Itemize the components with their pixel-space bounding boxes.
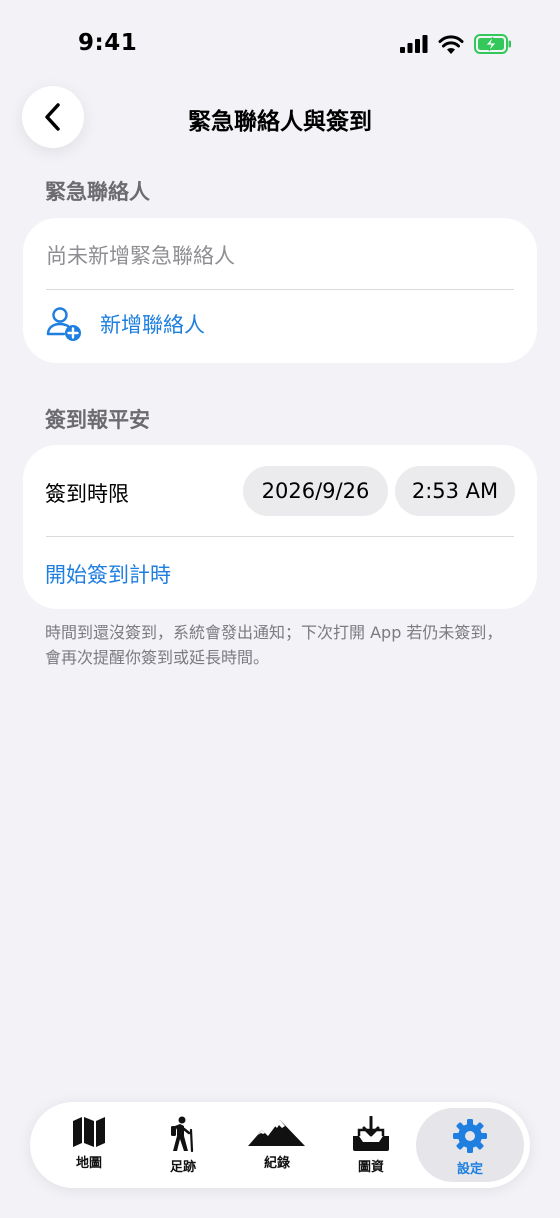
tab-label: 圖資	[357, 1160, 384, 1175]
status-bar: 9:41	[0, 0, 560, 90]
hiker-icon	[171, 1116, 194, 1152]
add-person-icon	[46, 307, 81, 341]
status-icons	[400, 34, 512, 54]
tab-label: 足跡	[169, 1160, 196, 1175]
tab-label: 紀錄	[263, 1156, 290, 1171]
mountains-icon	[248, 1120, 305, 1146]
gear-icon	[453, 1119, 487, 1153]
add-contact-button[interactable]: 新增聯絡人	[46, 306, 205, 342]
tab-footprints[interactable]: 足跡	[136, 1102, 230, 1188]
tab-map-data[interactable]: 圖資	[324, 1102, 418, 1188]
map-icon	[73, 1117, 105, 1147]
start-checkin-timer-button[interactable]: 開始簽到計時	[45, 559, 171, 589]
checkin-header: 簽到報平安	[45, 408, 150, 432]
checkin-footnote: 時間到還沒簽到，系統會發出通知；下次打開 App 若仍未簽到，會再次提醒你簽到或…	[45, 623, 503, 667]
date-picker[interactable]: 2026/9/26	[243, 466, 388, 516]
tab-settings[interactable]: 設定	[416, 1108, 524, 1182]
divider	[46, 289, 514, 290]
page-title: 緊急聯絡人與簽到	[188, 109, 372, 135]
emergency-contacts-header: 緊急聯絡人	[45, 180, 150, 204]
tab-records[interactable]: 紀錄	[230, 1102, 324, 1188]
empty-contacts-text: 尚未新增緊急聯絡人	[46, 244, 235, 268]
add-contact-label: 新增聯絡人	[100, 313, 205, 337]
tab-bar: 地圖 足跡 紀錄 圖資 設定	[30, 1102, 530, 1188]
time-picker[interactable]: 2:53 AM	[395, 466, 515, 516]
cellular-signal-icon	[400, 35, 428, 53]
status-time: 9:41	[78, 30, 138, 56]
emergency-contacts-card: 尚未新增緊急聯絡人 新增聯絡人	[23, 218, 537, 363]
divider	[46, 536, 514, 537]
checkin-deadline-label: 簽到時限	[45, 482, 129, 506]
checkin-card: 簽到時限 2026/9/26 2:53 AM 開始簽到計時	[23, 445, 537, 609]
wifi-icon	[438, 34, 464, 54]
tab-label: 設定	[456, 1162, 483, 1177]
tab-map[interactable]: 地圖	[42, 1102, 136, 1188]
download-tray-icon	[353, 1116, 389, 1151]
battery-charging-icon	[474, 34, 511, 54]
tab-label: 地圖	[75, 1156, 102, 1171]
